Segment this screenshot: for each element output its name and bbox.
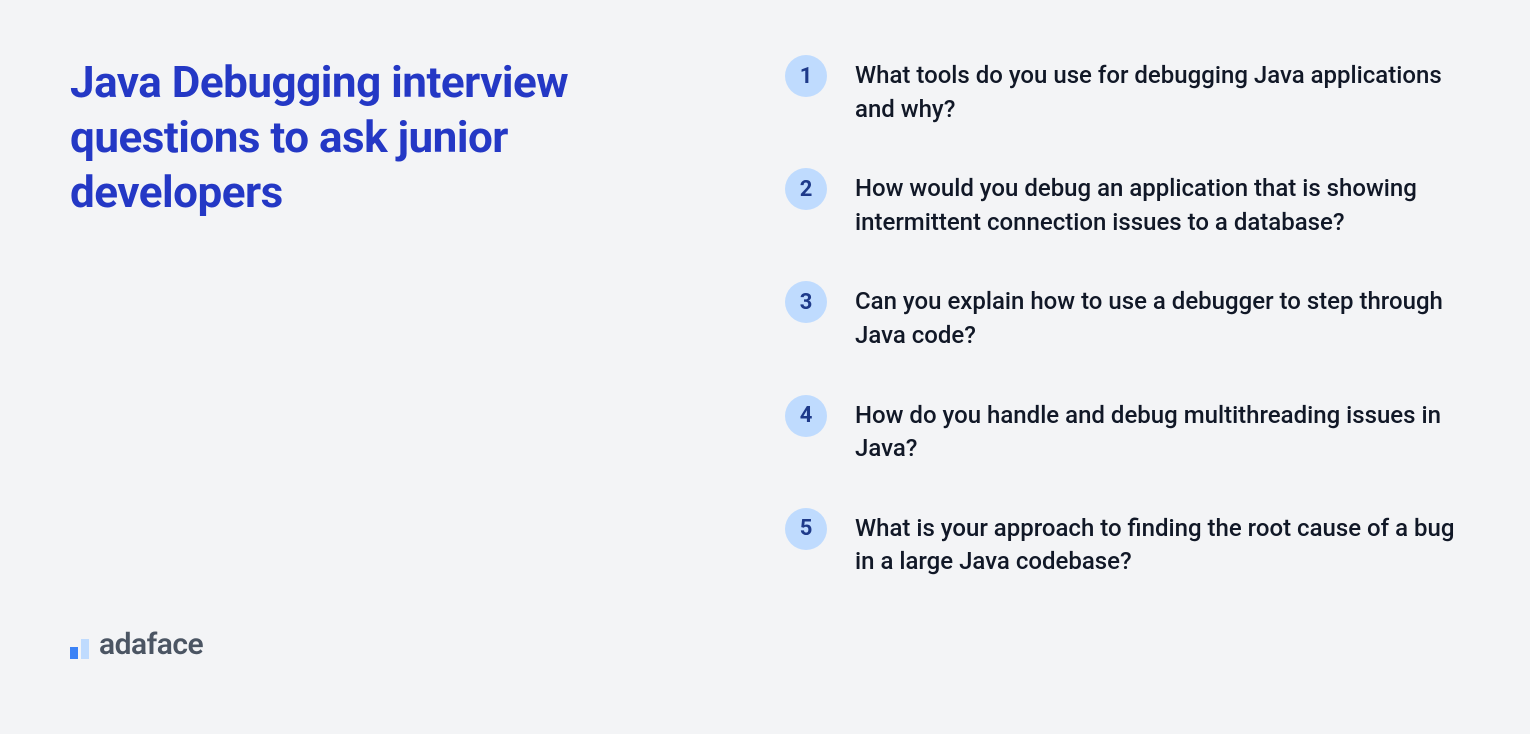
question-item: 5 What is your approach to finding the r…: [785, 508, 1460, 579]
question-number-badge: 3: [785, 281, 827, 323]
question-item: 2 How would you debug an application tha…: [785, 168, 1460, 239]
left-section: Java Debugging interview questions to as…: [0, 0, 765, 734]
question-item: 3 Can you explain how to use a debugger …: [785, 281, 1460, 352]
question-text: What is your approach to finding the roo…: [855, 508, 1460, 579]
logo-text: adaface: [99, 627, 203, 662]
question-text: Can you explain how to use a debugger to…: [855, 281, 1460, 352]
questions-list: 1 What tools do you use for debugging Ja…: [765, 0, 1530, 734]
logo-bar-2: [81, 639, 89, 659]
question-text: What tools do you use for debugging Java…: [855, 55, 1460, 126]
question-number-badge: 2: [785, 168, 827, 210]
question-number-badge: 1: [785, 55, 827, 97]
logo: adaface: [70, 627, 705, 662]
question-item: 4 How do you handle and debug multithrea…: [785, 395, 1460, 466]
question-number-badge: 4: [785, 395, 827, 437]
logo-bar-1: [70, 647, 78, 659]
page-title: Java Debugging interview questions to as…: [70, 55, 705, 220]
question-item: 1 What tools do you use for debugging Ja…: [785, 55, 1460, 126]
question-number-badge: 5: [785, 508, 827, 550]
question-text: How would you debug an application that …: [855, 168, 1460, 239]
logo-bars-icon: [70, 631, 89, 659]
question-text: How do you handle and debug multithreadi…: [855, 395, 1460, 466]
